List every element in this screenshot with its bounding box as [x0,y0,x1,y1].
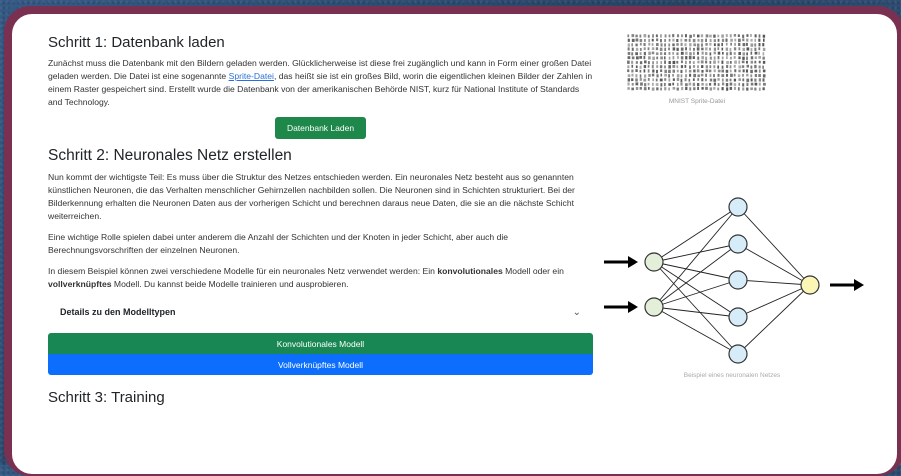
step2-paragraph-3: In diesem Beispiel können zwei verschied… [48,266,564,289]
hidden-node-4 [728,307,748,327]
mnist-sprite-image [627,34,766,91]
input-node-2 [644,297,664,317]
neural-network-diagram [604,197,864,364]
content-card: Schritt 1: Datenbank laden Zunächst muss… [12,14,897,474]
hidden-node-2 [728,234,748,254]
step1-title: Schritt 1: Datenbank laden [48,34,225,51]
input-arrow-bottom-icon [604,301,638,313]
model-details-accordion[interactable]: Details zu den Modelltypen ⌄ [48,299,593,325]
sprite-caption: MNIST Sprite-Datei [668,98,726,105]
hidden-node-3 [728,270,748,290]
main-column: Schritt 1: Datenbank laden Zunächst muss… [48,34,593,412]
hidden-node-1 [728,197,748,217]
step2-paragraph-2: Eine wichtige Rolle spielen dabei unter … [48,232,509,255]
step1-paragraph: Zunächst muss die Datenbank mit den Bild… [48,58,593,107]
output-node-1 [800,275,820,295]
input-arrow-top-icon [604,256,638,268]
accordion-label: Details zu den Modelltypen [60,307,176,317]
output-arrow-icon [830,279,864,291]
hidden-node-5 [728,344,748,364]
load-database-button[interactable]: Datenbank Laden [274,117,367,139]
diagram-caption: Beispiel eines neuronalen Netzes [683,372,781,379]
input-node-1 [644,252,664,272]
step2-title: Schritt 2: Neuronales Netz erstellen [48,147,292,164]
convolutional-model-button[interactable]: Konvolutionales Modell [48,333,593,354]
chevron-down-icon: ⌄ [572,306,581,318]
dense-model-button[interactable]: Vollverknüpftes Modell [48,354,593,375]
step3-title: Schritt 3: Training [48,389,165,406]
sprite-file-link[interactable]: Sprite-Datei [229,71,274,81]
step2-paragraph-1: Nun kommt der wichtigste Teil: Es muss ü… [48,172,575,221]
